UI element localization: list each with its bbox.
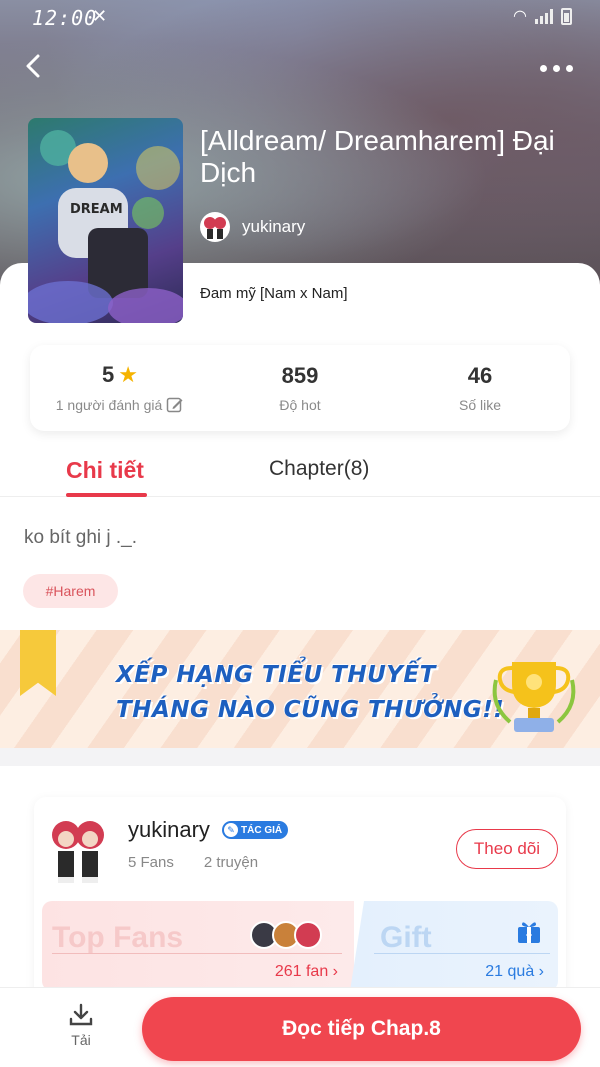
tab-detail[interactable]: Chi tiết bbox=[66, 457, 144, 484]
stat-rating[interactable]: 5 ★ 1 người đánh giá bbox=[30, 345, 210, 431]
author-name-header: yukinary bbox=[242, 217, 306, 236]
author-avatar-small bbox=[200, 212, 230, 242]
chevron-right-icon: › bbox=[538, 963, 544, 980]
author-badge-label: TÁC GIÁ bbox=[241, 824, 283, 836]
gift-title: Gift bbox=[380, 921, 432, 954]
status-time: 12:00 bbox=[32, 6, 98, 30]
tab-chapters[interactable]: Chapter(8) bbox=[269, 457, 369, 481]
more-options-icon[interactable] bbox=[540, 58, 576, 78]
star-icon: ★ bbox=[118, 362, 138, 387]
stats-card: 5 ★ 1 người đánh giá 859 Độ hot 46 Số lik… bbox=[30, 345, 570, 431]
status-icons: ◠ bbox=[513, 6, 572, 26]
gift-panel[interactable]: Gift 21 quà › bbox=[350, 901, 558, 991]
edit-icon[interactable] bbox=[166, 396, 184, 414]
top-fans-title: Top Fans bbox=[52, 921, 184, 954]
wifi-icon: ◠ bbox=[513, 8, 527, 25]
author-name[interactable]: yukinary bbox=[128, 817, 210, 843]
like-label: Số like bbox=[458, 397, 502, 413]
battery-icon bbox=[561, 7, 572, 25]
novel-title: [Alldream/ Dreamharem] Đại Dịch bbox=[200, 125, 555, 188]
divider bbox=[374, 953, 550, 954]
genre-label: Đam mỹ [Nam x Nam] bbox=[200, 285, 348, 302]
bottom-bar: Tải Đọc tiếp Chap.8 bbox=[0, 987, 600, 1067]
section-divider bbox=[0, 748, 600, 766]
author-stories: 2 truyện bbox=[203, 854, 259, 871]
notification-muted-icon: ✕ bbox=[92, 6, 108, 26]
fan-avatar bbox=[294, 921, 322, 949]
gift-count: 21 quà › bbox=[485, 963, 544, 980]
author-fans: 5 Fans bbox=[128, 854, 174, 871]
stat-like: 46 Số like bbox=[390, 345, 570, 431]
bookmark-ribbon-icon bbox=[20, 630, 56, 696]
cover-image: DREAM bbox=[28, 118, 183, 323]
signal-icon bbox=[535, 8, 553, 24]
back-icon[interactable] bbox=[18, 50, 48, 82]
status-bar: 12:00 ✕ ◠ bbox=[0, 0, 600, 36]
author-link[interactable]: yukinary bbox=[200, 212, 305, 242]
description-text: ko bít ghi j ._. bbox=[24, 527, 138, 548]
tag-chip[interactable]: #Harem bbox=[23, 574, 118, 608]
banner-line-2: THÁNG NÀO CŨNG THƯỞNG!! bbox=[116, 697, 505, 723]
banner-text: XẾP HẠNG TIỂU THUYẾT THÁNG NÀO CŨNG THƯỞ… bbox=[116, 658, 504, 728]
rating-label: 1 người đánh giá bbox=[55, 397, 163, 413]
continue-reading-button[interactable]: Đọc tiếp Chap.8 bbox=[142, 997, 581, 1061]
author-card: yukinary ✎ TÁC GIÁ 5 Fans 2 truyện Theo d… bbox=[34, 797, 566, 1007]
badge-icon: ✎ bbox=[224, 823, 238, 837]
fan-avatars bbox=[250, 921, 322, 949]
banner-line-1: XẾP HẠNG TIỂU THUYẾT bbox=[116, 662, 436, 688]
hot-label: Độ hot bbox=[279, 397, 321, 413]
chevron-right-icon: › bbox=[332, 963, 338, 980]
follow-button[interactable]: Theo dõi bbox=[456, 829, 558, 869]
tab-bar: Chi tiết Chapter(8) bbox=[0, 445, 600, 497]
active-tab-indicator bbox=[66, 493, 147, 497]
gift-icon bbox=[518, 922, 540, 943]
author-badge: ✎ TÁC GIÁ bbox=[222, 821, 289, 839]
trophy-icon bbox=[492, 662, 576, 732]
stat-hot: 859 Độ hot bbox=[210, 345, 390, 431]
download-icon bbox=[69, 1003, 93, 1026]
cover-lettering: DREAM bbox=[70, 202, 123, 217]
author-avatar[interactable] bbox=[48, 815, 108, 885]
top-fans-panel[interactable]: Top Fans 261 fan › bbox=[42, 901, 354, 991]
divider bbox=[52, 953, 342, 954]
fan-count: 261 fan › bbox=[274, 963, 338, 980]
hot-value: 859 bbox=[281, 363, 319, 388]
ranking-banner[interactable]: XẾP HẠNG TIỂU THUYẾT THÁNG NÀO CŨNG THƯỞ… bbox=[0, 630, 600, 748]
download-button[interactable]: Tải bbox=[60, 1002, 102, 1048]
like-value: 46 bbox=[467, 363, 493, 388]
author-meta: 5 Fans 2 truyện bbox=[128, 854, 258, 871]
rating-value: 5 bbox=[102, 362, 115, 387]
download-label: Tải bbox=[71, 1032, 91, 1048]
